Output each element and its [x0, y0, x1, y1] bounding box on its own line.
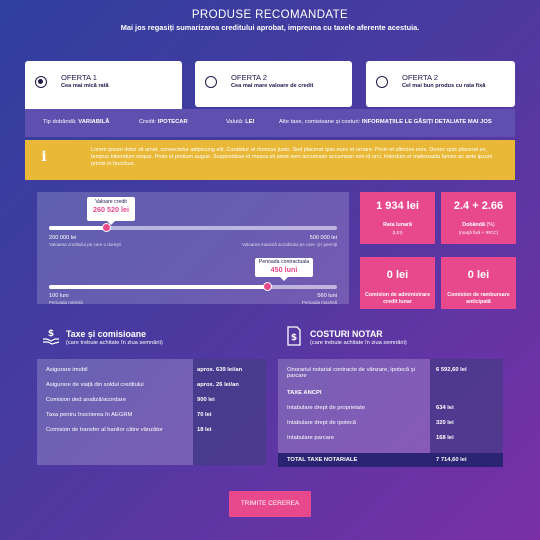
offer-subtitle: Cea mai mare valoare de credit	[231, 83, 314, 89]
page-title: PRODUSE RECOMANDATE	[191, 9, 349, 21]
svg-text:$: $	[291, 333, 297, 343]
period-max-caption: Perioada maximă	[301, 300, 337, 305]
other-fees: Alte taxe, comisioane și costuri: INFORM…	[279, 119, 492, 125]
period-slider-value: 450 luni	[270, 265, 298, 274]
credit-slider-handle[interactable]	[101, 223, 111, 232]
offer-subtitle: Cel mai bun produs cu rata fixă	[402, 83, 486, 89]
document-dollar-icon: $	[287, 326, 301, 346]
svg-text:$: $	[48, 329, 54, 339]
info-icon: i	[41, 149, 47, 165]
page-header: PRODUSE RECOMANDATE Mai jos regasiți sum…	[0, 9, 540, 32]
card-value: 0 lei	[467, 269, 490, 281]
offer-title: OFERTA 1	[61, 73, 98, 82]
money-hand-icon: $	[43, 329, 60, 345]
card-label: Comision de rambursare anticipată	[447, 292, 510, 305]
admin-fee-card: 0 lei Comision de administrare credit lu…	[360, 257, 435, 309]
credit-info-bar: Tip dobândă: VARIABILĂ Credit: IPOTECAR …	[25, 109, 515, 137]
card-label: Rata lunară (LEI)	[383, 222, 412, 235]
currency: Valută: LEI	[226, 119, 255, 125]
period-slider-track[interactable]	[49, 282, 337, 291]
offer-tab-3[interactable]: OFERTA 2 Cel mai bun produs cu rata fixă	[366, 61, 515, 107]
notary-subtitle: (care trebuie achitate în ziua semnării)	[310, 340, 407, 346]
credit-slider-fill	[49, 226, 107, 230]
total-value: 7 714,60 lei	[436, 457, 467, 463]
period-min: 100 luni	[49, 293, 69, 299]
radio-selected-icon[interactable]	[35, 76, 47, 88]
early-repayment-card: 0 lei Comision de rambursare anticipată	[441, 257, 516, 309]
card-value: 1 934 lei	[376, 200, 419, 212]
taxes-table: Asigurare imobil aprox. 639 lei/an Asigur…	[37, 359, 266, 465]
radio-icon[interactable]	[376, 76, 388, 88]
period-slider-fill	[49, 285, 268, 289]
period-max: 560 luni	[317, 293, 337, 299]
credit-slider-value: 260 520 lei	[93, 205, 129, 214]
taxes-subtitle: (care trebuie achitate în ziua semnării)	[66, 340, 163, 346]
rate-type: Tip dobândă: VARIABILĂ	[43, 119, 110, 125]
credit-min-caption: Valoarea creditului pe care o doreşti	[49, 242, 121, 247]
offer-title: OFERTA 2	[231, 73, 268, 82]
interest-card: 2.4 + 2.66 Dobândă (%) (marjă fixă + IRCC…	[441, 192, 516, 244]
credit-max: 500 000 lei	[309, 235, 337, 241]
page-subtitle: Mai jos regasiți sumarizarea creditului …	[120, 23, 420, 32]
total-label: TOTAL TAXE NOTARIALE	[287, 457, 358, 463]
card-value: 0 lei	[386, 269, 409, 281]
credit-min: 200 000 lei	[49, 235, 77, 241]
credit-max-caption: Valoarea maximă acreditului pe care -ţi-…	[242, 242, 337, 247]
credit-value-bubble: Valoare credit 260 520 lei	[87, 197, 135, 225]
notary-title: COSTURI NOTAR	[310, 329, 383, 339]
credit-type: Credit: IPOTECAR	[139, 119, 188, 125]
notary-table: Onorariul notarial contracte de vânzare,…	[278, 359, 503, 467]
period-min-caption: Perioada minimă	[49, 300, 83, 305]
sliders-panel: Valoare credit 260 520 lei 200 000 lei V…	[37, 192, 349, 305]
info-notice: i Lorem ipsum dolor sit amet, consectetu…	[25, 140, 515, 180]
offer-tab-2[interactable]: OFERTA 2 Cea mai mare valoare de credit	[195, 61, 352, 107]
period-slider-handle[interactable]	[262, 282, 272, 291]
taxes-title: Taxe și comisioane	[66, 329, 147, 339]
notice-text: Lorem ipsum dolor sit amet, consectetur …	[91, 147, 493, 167]
credit-slider-track[interactable]	[49, 223, 337, 232]
card-label: Dobândă (%) (marjă fixă + IRCC)	[458, 222, 499, 235]
card-label: Comision de administrare credit lunar	[364, 292, 431, 305]
radio-icon[interactable]	[205, 76, 217, 88]
card-value: 2.4 + 2.66	[453, 200, 504, 212]
monthly-rate-card: 1 934 lei Rata lunară (LEI)	[360, 192, 435, 244]
submit-button[interactable]: TRIMITE CEREREA	[229, 491, 311, 517]
offer-subtitle: Cea mai mică rată	[61, 83, 109, 89]
offer-title: OFERTA 2	[402, 73, 439, 82]
notary-total-row: TOTAL TAXE NOTARIALE 7 714,60 lei	[278, 453, 503, 467]
period-value-bubble: Perioada contractuala 450 luni	[255, 258, 313, 281]
